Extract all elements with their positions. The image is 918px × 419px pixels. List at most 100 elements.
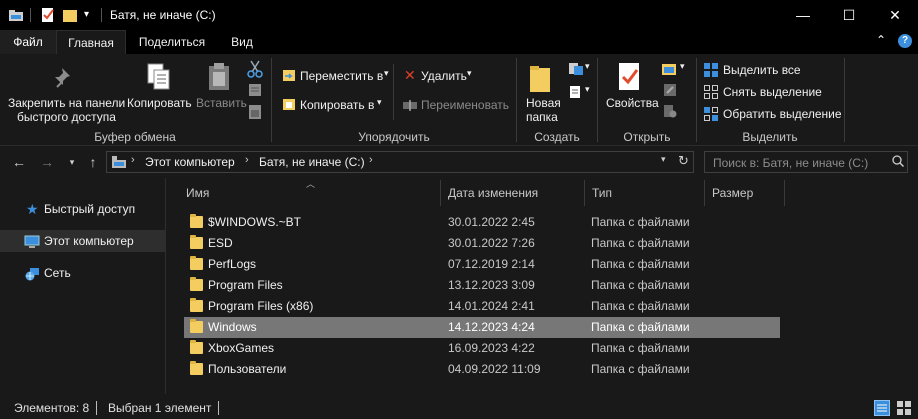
large-icons-view-icon[interactable] (896, 400, 912, 419)
copy-to-dropdown-icon[interactable]: ▾ (377, 97, 382, 108)
open-icon[interactable] (661, 62, 677, 79)
address-row: ← → ▾ ↑ › Этот компьютер › Батя, не инач… (0, 146, 918, 178)
maximize-button[interactable]: ☐ (826, 0, 872, 30)
copy-icon (146, 62, 172, 95)
breadcrumb-separator-icon[interactable]: › (369, 154, 373, 166)
open-dropdown-icon[interactable]: ▾ (680, 61, 685, 72)
easy-access-icon[interactable] (568, 85, 582, 102)
select-all-icon (704, 63, 718, 80)
table-row[interactable]: XboxGames 16.09.2023 4:22 Папка с файлам… (184, 338, 780, 359)
column-header-name[interactable]: Имя (178, 178, 440, 206)
table-row[interactable]: Program Files 13.12.2023 3:09 Папка с фа… (184, 275, 780, 296)
breadcrumb-separator-icon[interactable]: › (131, 154, 135, 166)
nav-network[interactable]: Сеть (0, 262, 165, 284)
column-header-size[interactable]: Размер (704, 178, 784, 206)
delete-icon: ✕ (404, 67, 416, 83)
nav-this-pc[interactable]: Этот компьютер (0, 230, 165, 252)
folder-icon (190, 319, 203, 333)
file-name: Пользователи (208, 362, 287, 376)
new-folder-quick-icon[interactable] (62, 7, 78, 23)
breadcrumb-drive-c[interactable]: Батя, не иначе (C:) (259, 155, 365, 169)
file-type: Папка с файлами (591, 299, 690, 313)
address-history-chevron-icon[interactable]: ▾ (661, 154, 666, 165)
search-icon[interactable] (892, 155, 905, 170)
file-name: Program Files (208, 278, 283, 292)
tab-file[interactable]: Файл (0, 30, 56, 54)
easy-access-dropdown-icon[interactable]: ▾ (585, 84, 590, 95)
table-row[interactable]: ESD 30.01.2022 7:26 Папка с файлами (184, 233, 780, 254)
select-none-button[interactable]: Снять выделение (723, 85, 822, 99)
tab-share[interactable]: Поделиться (132, 30, 212, 54)
selection-count: Выбран 1 элемент (108, 401, 212, 415)
divider (30, 8, 31, 22)
table-row-selected[interactable]: Windows 14.12.2023 4:24 Папка с файлами (184, 317, 780, 338)
column-header-type[interactable]: Тип (584, 178, 704, 206)
file-date: 16.09.2023 4:22 (448, 341, 535, 355)
file-name: XboxGames (208, 341, 275, 355)
move-to-icon (282, 68, 296, 85)
table-row[interactable]: PerfLogs 07.12.2019 2:14 Папка с файлами (184, 254, 780, 275)
minimize-button[interactable]: — (780, 0, 826, 30)
divider (393, 64, 394, 120)
paste-button[interactable]: Вставить (196, 96, 247, 110)
select-group-label: Выделить (742, 130, 798, 144)
pin-icon (54, 66, 76, 93)
copy-button[interactable]: Копировать (127, 96, 192, 110)
open-group-label: Открыть (623, 130, 671, 144)
pin-quick-access-button[interactable]: Закрепить на панели (8, 96, 125, 110)
rename-button[interactable]: Переименовать (421, 98, 509, 112)
cut-icon[interactable] (247, 60, 263, 81)
folder-icon (190, 256, 203, 270)
title-bar: ▾ Батя, не иначе (C:) — ☐ ✕ (0, 0, 918, 30)
new-item-dropdown-icon[interactable]: ▾ (585, 61, 590, 72)
file-date: 30.01.2022 7:26 (448, 236, 535, 250)
nav-quick-access[interactable]: ★ Быстрый доступ (0, 198, 165, 220)
new-folder-button[interactable]: Новая (526, 96, 561, 110)
item-count: Элементов: 8 (14, 401, 90, 415)
column-header-date[interactable]: Дата изменения (440, 178, 584, 206)
select-all-button[interactable]: Выделить все (723, 63, 801, 77)
properties-quick-icon[interactable] (40, 7, 56, 23)
new-item-icon[interactable] (568, 62, 584, 79)
clipboard-group-label: Буфер обмена (94, 130, 176, 144)
up-arrow-icon[interactable]: ↑ (83, 152, 103, 172)
copy-path-icon[interactable] (248, 83, 262, 100)
customize-quick-access-icon[interactable]: ▾ (84, 7, 100, 23)
tab-view[interactable]: Вид (222, 30, 262, 54)
paste-shortcut-icon[interactable] (248, 104, 262, 123)
history-icon[interactable] (663, 104, 677, 121)
invert-selection-button[interactable]: Обратить выделение (723, 107, 842, 121)
forward-arrow-icon[interactable]: → (37, 152, 57, 172)
divider (96, 401, 97, 415)
file-type: Папка с файлами (591, 362, 690, 376)
search-input[interactable]: Поиск в: Батя, не иначе (C:) (704, 151, 908, 173)
help-icon[interactable]: ? (898, 34, 912, 48)
close-button[interactable]: ✕ (872, 0, 918, 30)
new-folder-label-2: папка (526, 110, 558, 124)
move-to-button[interactable]: Переместить в (300, 69, 383, 83)
organize-group-label: Упорядочить (358, 130, 430, 144)
explorer-app-icon[interactable] (8, 7, 24, 23)
details-view-icon[interactable] (874, 400, 890, 416)
table-row[interactable]: $WINDOWS.~BT 30.01.2022 2:45 Папка с фай… (184, 212, 780, 233)
delete-button[interactable]: Удалить (421, 69, 467, 83)
breadcrumb-this-pc[interactable]: Этот компьютер (145, 155, 235, 169)
delete-dropdown-icon[interactable]: ▾ (467, 68, 472, 79)
back-arrow-icon[interactable]: ← (9, 152, 29, 172)
folder-icon (190, 235, 203, 249)
file-date: 13.12.2023 3:09 (448, 278, 535, 292)
file-name: Program Files (x86) (208, 299, 314, 313)
refresh-icon[interactable]: ↻ (678, 153, 689, 169)
table-row[interactable]: Пользователи 04.09.2022 11:09 Папка с фа… (184, 359, 780, 380)
breadcrumb-separator-icon[interactable]: › (245, 154, 249, 166)
recent-locations-chevron-icon[interactable]: ▾ (62, 152, 82, 172)
copy-to-button[interactable]: Копировать в (300, 98, 374, 112)
move-to-dropdown-icon[interactable]: ▾ (384, 68, 389, 79)
properties-button[interactable]: Свойства (606, 96, 659, 110)
tab-home[interactable]: Главная (56, 30, 126, 54)
edit-icon[interactable] (663, 83, 677, 100)
file-type: Папка с файлами (591, 215, 690, 229)
collapse-ribbon-icon[interactable]: ⌃ (876, 33, 886, 47)
table-row[interactable]: Program Files (x86) 14.01.2024 2:41 Папк… (184, 296, 780, 317)
address-bar[interactable]: › Этот компьютер › Батя, не иначе (C:) ›… (106, 151, 694, 173)
